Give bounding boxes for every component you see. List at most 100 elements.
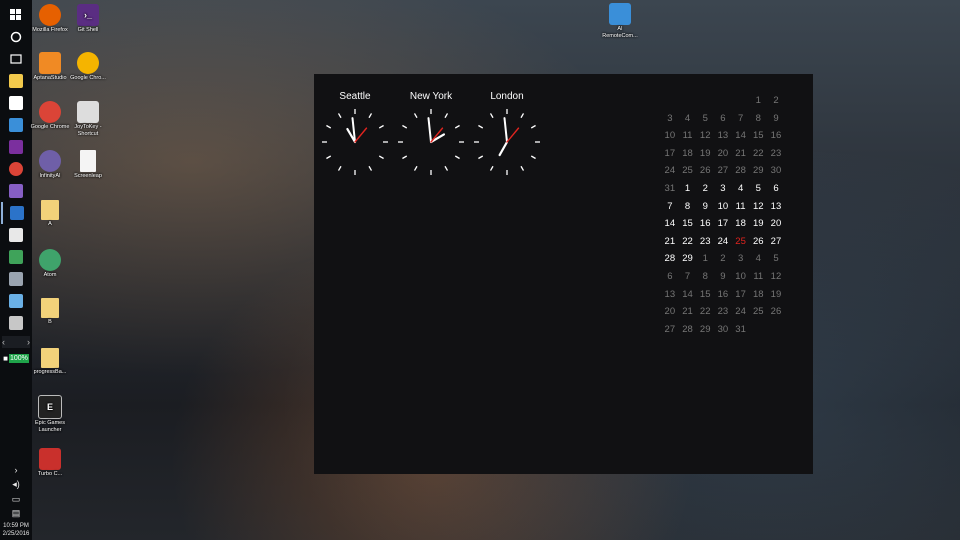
- clock-tick: [489, 113, 494, 119]
- desktop-icon-progressbar[interactable]: progressBa...: [30, 348, 70, 376]
- calendar-day: 12: [699, 130, 711, 142]
- clock-date[interactable]: 2/25/2016: [0, 530, 32, 538]
- taskbar-app-1[interactable]: [2, 224, 30, 246]
- calendar-day: 7: [737, 112, 744, 124]
- desktop-icon-folder-a[interactable]: A: [30, 200, 70, 228]
- cortana-button[interactable]: [2, 26, 30, 48]
- clock-tick: [520, 113, 525, 119]
- taskbar-active-app[interactable]: [1, 202, 31, 224]
- clock-seattle: Seattle: [320, 91, 390, 177]
- calendar-day: 2: [720, 253, 726, 265]
- taskbar-visual-studio[interactable]: [2, 180, 30, 202]
- clock-tick: [478, 124, 484, 129]
- desktop-icon-label: Turbo C...: [37, 471, 63, 477]
- folder-icon: [41, 200, 59, 220]
- clock-tick: [489, 165, 494, 171]
- chevron-right-icon[interactable]: ›: [27, 337, 30, 347]
- firefox-icon: [39, 4, 61, 26]
- chevron-up-icon[interactable]: ›: [0, 465, 32, 475]
- desktop-icon-infinity[interactable]: InfinityAI: [30, 150, 70, 180]
- desktop-icon-folder-b[interactable]: B: [30, 298, 70, 326]
- folder-icon: [41, 348, 59, 368]
- clock-tick: [337, 113, 342, 119]
- calendar-day: [732, 92, 750, 110]
- calendar-day: 15: [752, 130, 764, 142]
- calendar-day: 1: [755, 95, 761, 106]
- analog-clock-face: [322, 109, 388, 175]
- shield-icon: ■: [3, 354, 8, 363]
- desktop-icon-joytokey[interactable]: JoyToKey - Shortcut: [68, 101, 108, 138]
- desktop-icon-label: Google Chro...: [70, 75, 106, 81]
- calendar-day: 25: [752, 306, 764, 318]
- calendar-day: [714, 92, 732, 110]
- calendar-day: 26: [699, 165, 711, 177]
- calendar-day: 30: [717, 323, 729, 335]
- world-clock-calendar-widget[interactable]: Seattle New York London 1 2 3 4 5 6 7 8 9 10 11 12 1…: [314, 74, 813, 474]
- calendar-day: 29: [752, 165, 764, 177]
- epic-games-icon: E: [38, 395, 62, 419]
- keyboard-icon[interactable]: ▤: [0, 508, 32, 519]
- clock-time[interactable]: 10:59 PM: [0, 522, 32, 530]
- battery-indicator[interactable]: ■ 100%: [3, 354, 29, 363]
- taskbar-app-5[interactable]: [2, 312, 30, 334]
- calendar-week-row: 17 18 19 20 21 22 23: [661, 145, 785, 163]
- taskbar-app-2[interactable]: [2, 246, 30, 268]
- folder-icon: [9, 74, 23, 88]
- clock-tick: [378, 155, 384, 160]
- clock-hour-hand: [429, 133, 446, 144]
- calendar-day: 24: [717, 235, 729, 247]
- calendar-day: 26: [752, 235, 764, 247]
- calendar-day: 12: [770, 270, 782, 282]
- desktop-icon-chrome[interactable]: Google Chrome: [30, 101, 70, 131]
- chrome-icon: [9, 162, 23, 176]
- calendar-day: 15: [699, 288, 711, 300]
- desktop-icon-aptana[interactable]: AptanaStudio: [30, 52, 70, 82]
- calendar-day: 27: [664, 323, 676, 335]
- chevron-left-icon[interactable]: ‹: [2, 337, 5, 347]
- clock-new-york: New York: [396, 91, 466, 177]
- start-button[interactable]: [2, 4, 30, 26]
- clock-second-hand: [506, 127, 520, 143]
- calendar-day: 18: [682, 147, 693, 159]
- calendar-day: 6: [773, 182, 779, 194]
- desktop-icon-git-shell[interactable]: ›_ Git Shell: [68, 4, 108, 34]
- desktop-icon-chrome-canary[interactable]: Google Chro...: [68, 52, 108, 82]
- calendar-day: 17: [664, 147, 676, 159]
- calendar-day: 4: [684, 112, 691, 124]
- month-calendar: 1 2 3 4 5 6 7 8 9 10 11 12 13 14 15 16 17 18 19 20 21 22 23 24 2…: [661, 92, 785, 338]
- calendar-day: 13: [664, 288, 676, 300]
- taskbar-onenote[interactable]: [2, 136, 30, 158]
- calendar-day: 17: [717, 218, 729, 230]
- chrome-icon: [39, 101, 61, 123]
- desktop-icon-turbo-c[interactable]: Turbo C...: [30, 448, 70, 478]
- calendar-day: 2: [773, 95, 779, 106]
- calendar-week-row: 28 29 1 2 3 4 5: [661, 250, 785, 268]
- taskbar-scroller[interactable]: ‹ ›: [2, 336, 30, 348]
- taskbar-chrome[interactable]: [2, 158, 30, 180]
- calendar-week-row: 6 7 8 9 10 11 12: [661, 268, 785, 286]
- task-view-button[interactable]: [2, 48, 30, 70]
- desktop-icon-epic-games[interactable]: E Epic Games Launcher: [30, 395, 70, 434]
- clock-city-label: London: [490, 91, 524, 102]
- calendar-day: 4: [755, 253, 761, 265]
- desktop-icon-remote[interactable]: AI RemoteCom...: [600, 3, 640, 40]
- volume-icon[interactable]: ◂): [0, 479, 32, 490]
- taskbar-app-4[interactable]: [2, 290, 30, 312]
- desktop-icon-label: AptanaStudio: [33, 75, 67, 81]
- taskbar-file-explorer[interactable]: [2, 70, 30, 92]
- taskbar-remote-desktop[interactable]: [2, 114, 30, 136]
- clock-tick: [413, 113, 418, 119]
- desktop-icon-firefox[interactable]: Mozilla Firefox: [30, 4, 70, 34]
- network-computer-icon: [609, 3, 631, 25]
- desktop-icon-atom[interactable]: Atom: [30, 249, 70, 279]
- calendar-day: 20: [664, 306, 676, 318]
- taskbar-store[interactable]: [2, 92, 30, 114]
- aptana-icon: [39, 52, 61, 74]
- desktop-icon-screenleap[interactable]: Screenleap: [68, 150, 108, 180]
- taskbar-app-3[interactable]: [2, 268, 30, 290]
- clock-tick: [478, 155, 484, 160]
- clock-tick: [402, 124, 408, 129]
- notifications-icon[interactable]: ▭: [0, 494, 32, 505]
- calendar-day: 19: [752, 218, 764, 230]
- clock-tick: [530, 155, 536, 160]
